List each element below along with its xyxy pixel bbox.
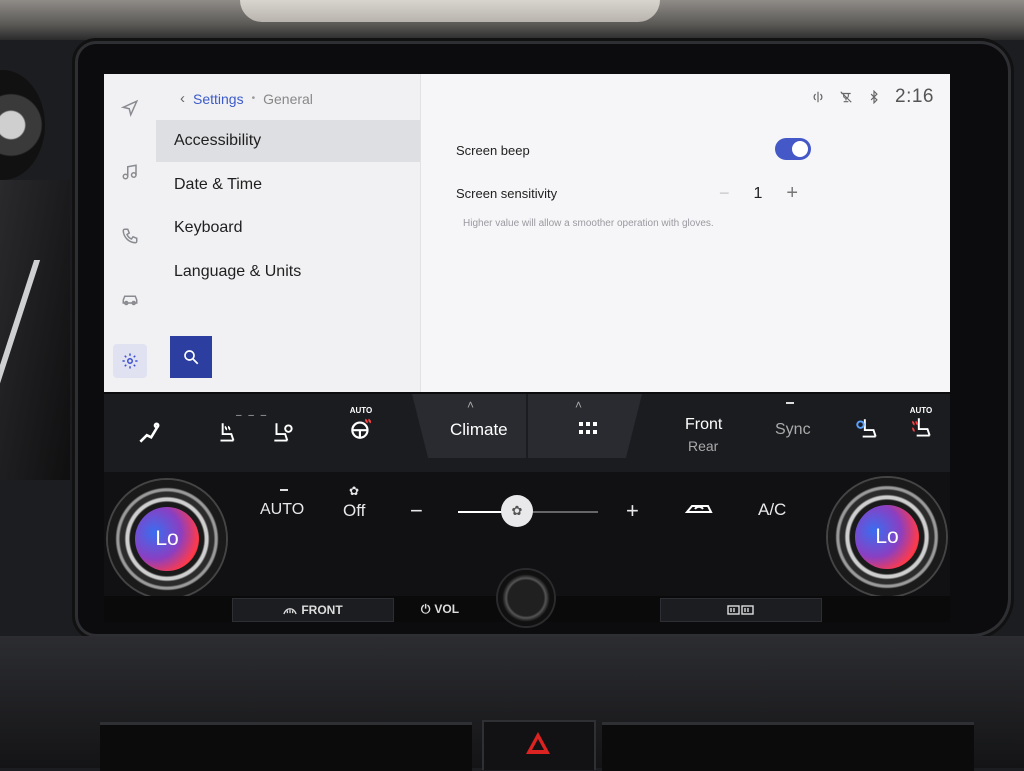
music-icon[interactable] [118, 160, 142, 184]
auto-climate-button[interactable]: AUTO [260, 501, 304, 519]
screen-beep-label: Screen beep [456, 143, 530, 158]
infotainment-screen: ‹ Settings • General Accessibility Date … [104, 74, 950, 392]
ac-button[interactable]: A/C [758, 500, 786, 520]
search-button[interactable] [170, 336, 212, 378]
breadcrumb: ‹ Settings • General [180, 90, 313, 107]
driver-seat-heater-button[interactable] [214, 420, 240, 446]
passenger-seat-heater-button[interactable]: AUTO [908, 406, 934, 441]
fan-icon: ✿ [349, 484, 360, 498]
left-air-vent [100, 722, 472, 771]
passenger-auto-tag: AUTO [909, 406, 933, 415]
sensitivity-decrease-button[interactable]: − [719, 183, 730, 204]
rear-defrost-button[interactable] [660, 598, 822, 622]
driver-seat-level-dashes: – – – [236, 410, 269, 421]
defrost-icon [283, 607, 298, 614]
list-item-label: Language & Units [174, 263, 302, 280]
settings-list-pane: ‹ Settings • General Accessibility Date … [156, 74, 420, 392]
climate-tab-separator [526, 394, 528, 458]
driver-seat-ventilation-button[interactable] [270, 420, 296, 446]
rear-zone-button[interactable]: Rear [688, 438, 718, 454]
bluetooth-icon [870, 90, 878, 104]
left-dashboard-trim [0, 180, 70, 480]
dashboard-top-trim [0, 0, 1024, 40]
passenger-seat-ventilation-button[interactable] [854, 416, 880, 442]
front-zone-button[interactable]: Front [685, 416, 722, 434]
list-item-label: Date & Time [174, 176, 263, 193]
sensitivity-value: 1 [753, 184, 763, 202]
list-item-language-units[interactable]: Language & Units [156, 251, 420, 293]
auto-indicator [280, 489, 288, 491]
seat-heater-icon [220, 423, 235, 442]
driver-temp-dial[interactable]: Lo [108, 480, 226, 598]
vol-label: VOL [434, 602, 460, 616]
list-item-label: Keyboard [174, 219, 243, 236]
clock: 2:16 [895, 86, 934, 107]
fan-off-button[interactable]: Off [343, 501, 365, 521]
navigation-icon[interactable] [118, 96, 142, 120]
front-defrost-button[interactable]: FRONT [232, 598, 394, 622]
rear-defrost-icon [727, 605, 754, 615]
sensitivity-hint: Higher value will allow a smoother opera… [463, 218, 714, 229]
fan-speed-knob[interactable]: ✿ [501, 495, 533, 527]
phone-icon[interactable] [118, 224, 142, 248]
breadcrumb-separator: • [251, 93, 256, 104]
car-icon[interactable] [118, 288, 142, 312]
climate-tab-group: ˄ Climate ˄ [412, 394, 642, 458]
steering-auto-tag: AUTO [349, 406, 373, 415]
seat-ventilation-icon [856, 419, 877, 438]
power-vol-label-area: ⏻ VOL [400, 598, 480, 620]
apps-expand-caret: ˄ [575, 398, 583, 412]
fan-increase-button[interactable]: + [626, 498, 639, 524]
accessibility-detail-pane: 2:16 Screen beep Screen sensitivity − 1 … [421, 74, 950, 392]
climate-shortcut-bar: – – – AUTO ˄ Climate ˄ Front Rear Sync A… [104, 394, 950, 472]
passenger-temp-dial[interactable]: Lo [828, 478, 946, 596]
steering-heater-button[interactable]: AUTO [348, 406, 374, 441]
sync-button[interactable]: Sync [775, 421, 811, 439]
app-rail [104, 74, 156, 392]
volume-knob[interactable] [498, 570, 554, 626]
fan-decrease-button[interactable]: − [410, 498, 423, 524]
sensitivity-increase-button[interactable]: + [786, 182, 798, 205]
list-item-label: Accessibility [174, 132, 262, 149]
dashboard-notch [240, 0, 660, 22]
sensitivity-stepper: − 1 + [719, 182, 798, 205]
list-item-date-time[interactable]: Date & Time [156, 164, 420, 206]
power-icon: ⏻ [420, 601, 431, 616]
recirculation-icon [684, 505, 713, 513]
climate-expand-caret: ˄ [467, 398, 475, 412]
gear-icon[interactable] [113, 344, 147, 378]
right-air-vent [602, 722, 974, 771]
back-chevron-icon[interactable]: ‹ [180, 90, 185, 107]
recirculation-button[interactable] [684, 500, 714, 521]
sync-indicator [786, 402, 794, 404]
left-instrument-knob [0, 70, 45, 180]
voice-muted-icon [840, 91, 852, 103]
list-item-keyboard[interactable]: Keyboard [156, 207, 420, 249]
hazard-button[interactable] [482, 720, 596, 770]
screen-sensitivity-label: Screen sensitivity [456, 186, 558, 201]
list-item-accessibility[interactable]: Accessibility [156, 120, 420, 162]
seat-recline-button[interactable] [136, 420, 162, 446]
seat-ventilation-icon [274, 423, 293, 442]
wireless-charging-icon [813, 91, 823, 103]
climate-button[interactable]: Climate [450, 420, 508, 440]
status-bar: 2:16 [811, 86, 934, 108]
search-icon [184, 350, 199, 365]
passenger-temp-display: Lo [855, 505, 919, 569]
seat-heater-icon [912, 418, 931, 437]
hazard-icon [526, 732, 550, 754]
breadcrumb-current: General [263, 90, 313, 107]
screen-beep-toggle[interactable] [775, 138, 811, 160]
toggle-knob [792, 141, 808, 157]
driver-temp-display: Lo [135, 507, 199, 571]
seat-recline-icon [139, 422, 160, 443]
app-grid-icon[interactable] [579, 422, 597, 436]
steering-wheel-heat-icon [351, 418, 372, 439]
breadcrumb-settings-link[interactable]: Settings [193, 91, 244, 107]
front-defrost-label: FRONT [301, 603, 343, 617]
